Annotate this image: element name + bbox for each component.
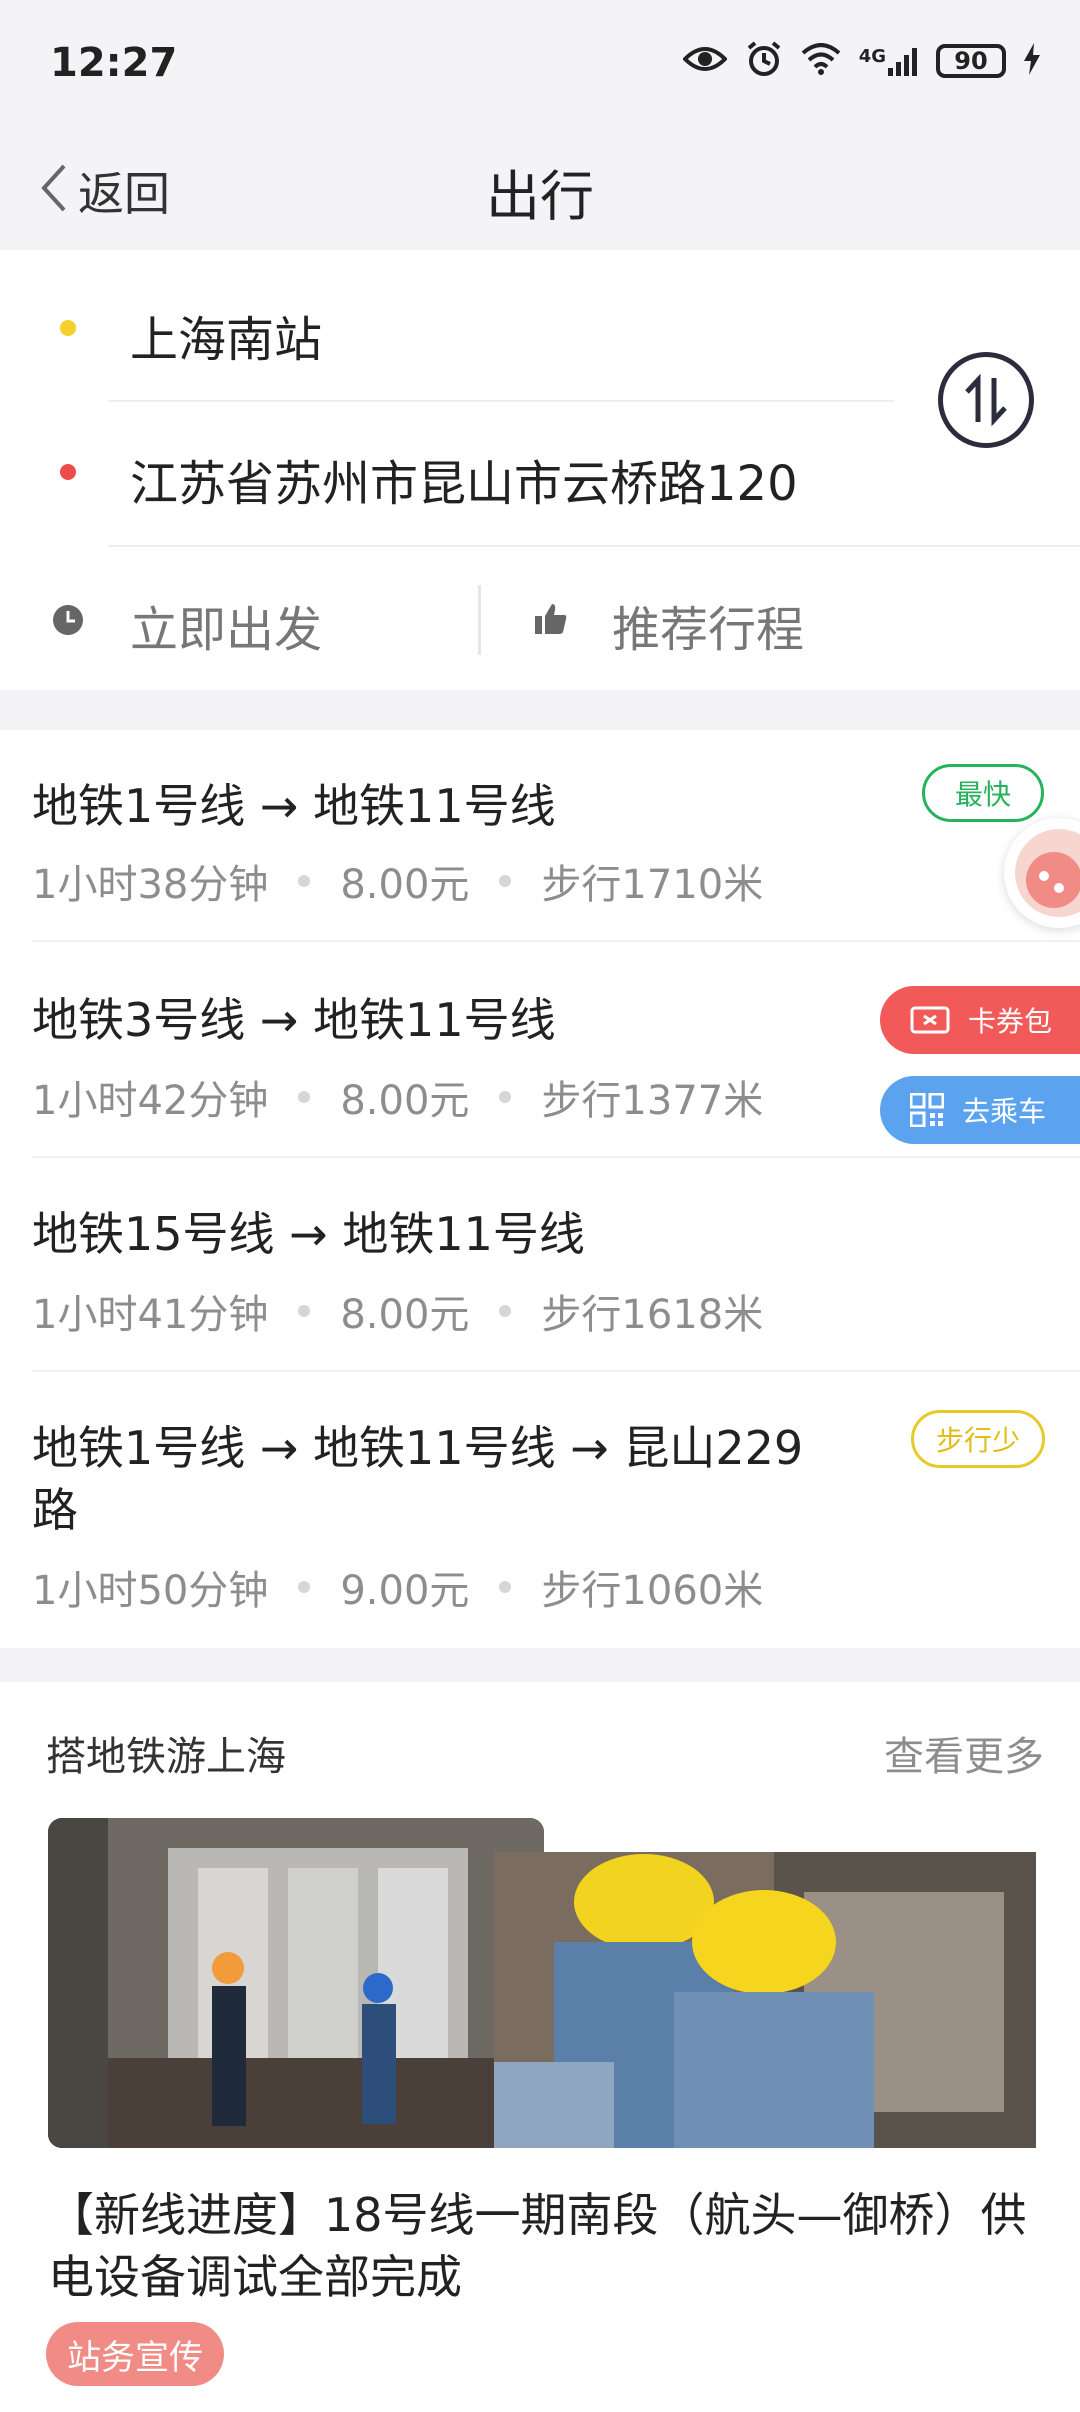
route-meta: 1小时38分钟 8.00元 步行1710米 [32,852,763,910]
route-meta: 1小时50分钟 9.00元 步行1060米 [32,1558,763,1616]
ride-qr-button[interactable]: 去乘车 [880,1076,1080,1144]
see-more-link[interactable]: 查看更多 [884,1724,1044,1782]
depart-time-selector[interactable]: 立即出发 [130,590,322,660]
signal-icon: 4G [859,46,918,76]
dot-separator [499,875,512,887]
route-price: 8.00元 [340,1078,470,1124]
origin-dot-icon [60,320,76,336]
route-walk-distance: 步行1710米 [541,862,764,908]
network-type: 4G [858,46,886,67]
status-icons: 4G 90 [681,40,1040,82]
route-walk-distance: 步行1060米 [541,1568,764,1614]
less-walking-badge: 步行少 [911,1410,1045,1468]
destination-field[interactable]: 江苏省苏州市昆山市云桥路120 [130,444,798,514]
route-price: 9.00元 [340,1568,470,1614]
destination-dot-icon [60,464,76,480]
origin-field[interactable]: 上海南站 [130,300,322,370]
route-walk-distance: 步行1377米 [541,1078,764,1124]
dot-separator [298,1305,311,1317]
qr-code-icon [910,1093,944,1127]
section-title: 搭地铁游上海 [46,1734,286,1780]
swap-route-button[interactable] [938,352,1034,448]
dot-separator [499,1581,512,1593]
divider [478,585,481,655]
eye-icon [681,44,728,78]
wifi-icon [801,43,841,79]
route-title: 地铁15号线 → 地铁11号线 [32,1207,585,1261]
route-meta: 1小时42分钟 8.00元 步行1377米 [32,1068,763,1126]
clock-icon [52,604,84,640]
route-duration: 1小时41分钟 [32,1292,269,1338]
route-title: 地铁1号线 → 地铁11号线 [32,779,556,833]
dot-separator [298,1091,311,1103]
news-category-tag: 站务宣传 [46,2322,224,2386]
battery-indicator: 90 [936,44,1006,78]
route-walk-distance: 步行1618米 [541,1292,764,1338]
route-price: 8.00元 [340,862,470,908]
route-duration: 1小时50分钟 [32,1568,269,1614]
charging-icon [1024,43,1040,79]
route-title-line1: 地铁1号线 → 地铁11号线 → 昆山229 [32,1421,804,1475]
ticket-icon [910,1006,950,1034]
thumbs-up-icon [534,602,568,640]
route-preference-selector[interactable]: 推荐行程 [612,590,804,660]
fastest-badge: 最快 [922,764,1044,822]
route-price: 8.00元 [340,1292,470,1338]
news-image-left[interactable] [48,1818,544,2148]
coupon-wallet-label: 卡券包 [968,1005,1053,1038]
route-duration: 1小时38分钟 [32,862,269,908]
divider [108,545,1080,547]
route-meta: 1小时41分钟 8.00元 步行1618米 [32,1282,763,1340]
dot-separator [499,1305,512,1317]
route-duration: 1小时42分钟 [32,1078,269,1124]
divider [108,400,894,402]
alarm-icon [745,40,783,82]
coupon-wallet-button[interactable]: 卡券包 [880,986,1080,1054]
news-image-right[interactable] [494,1852,1036,2148]
page-title: 出行 [486,165,594,228]
dot-separator [298,1581,311,1593]
news-headline[interactable]: 【新线进度】18号线一期南段（航头—御桥）供电设备调试全部完成 [48,2184,1048,2308]
status-time: 12:27 [50,40,178,86]
ride-label: 去乘车 [962,1095,1047,1128]
swap-arrows-icon [965,373,1007,427]
route-title-line2: 路 [32,1483,78,1537]
dot-separator [298,875,311,887]
route-title: 地铁3号线 → 地铁11号线 [32,993,556,1047]
dot-separator [499,1091,512,1103]
